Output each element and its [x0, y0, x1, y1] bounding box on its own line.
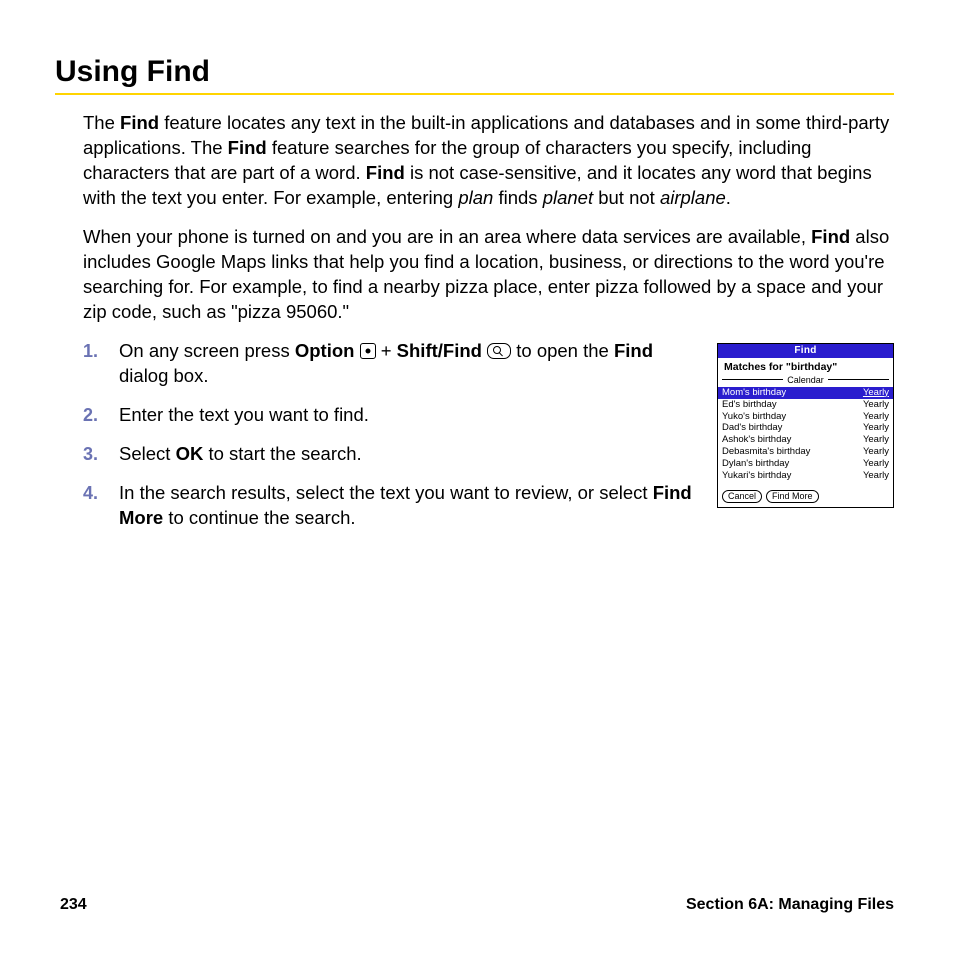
cancel-button[interactable]: Cancel [722, 490, 762, 504]
divider-line [828, 379, 889, 380]
result-frequency: Yearly [863, 470, 889, 482]
result-row[interactable]: Ashok's birthday Yearly [718, 434, 893, 446]
step-4: In the search results, select the text y… [83, 481, 693, 531]
step-1: On any screen press Option + Shift/Find … [83, 339, 693, 389]
find-more-button[interactable]: Find More [766, 490, 819, 504]
result-name: Ed's birthday [722, 399, 777, 411]
result-row[interactable]: Debasmita's birthday Yearly [718, 446, 893, 458]
result-name: Yuko's birthday [722, 411, 786, 423]
text: dialog box. [119, 365, 208, 386]
section-label: Section 6A: Managing Files [686, 896, 894, 914]
result-row[interactable]: Ed's birthday Yearly [718, 399, 893, 411]
result-row[interactable]: Dad's birthday Yearly [718, 422, 893, 434]
term-find: Find [811, 226, 850, 247]
page-heading: Using Find [55, 55, 894, 89]
example-plan: plan [458, 187, 493, 208]
page-number: 234 [60, 896, 87, 914]
example-airplane: airplane [660, 187, 726, 208]
shift-find-key-icon [487, 343, 511, 359]
text: but not [593, 187, 660, 208]
result-frequency: Yearly [863, 387, 889, 399]
result-name: Yukari's birthday [722, 470, 791, 482]
find-dialog-screenshot: Find Matches for "birthday" Calendar Mom… [717, 343, 894, 509]
result-name: Mom's birthday [722, 387, 786, 399]
result-frequency: Yearly [863, 458, 889, 470]
term-find: Find [228, 137, 267, 158]
text: On any screen press [119, 340, 295, 361]
result-row[interactable]: Dylan's birthday Yearly [718, 458, 893, 470]
term-find: Find [120, 112, 159, 133]
result-frequency: Yearly [863, 411, 889, 423]
result-row[interactable]: Mom's birthday Yearly [718, 387, 893, 399]
step-2: Enter the text you want to find. [83, 403, 693, 428]
text: Select [119, 443, 176, 464]
text: finds [493, 187, 542, 208]
text: When your phone is turned on and you are… [83, 226, 811, 247]
result-frequency: Yearly [863, 446, 889, 458]
text: to open the [516, 340, 614, 361]
step-3: Select OK to start the search. [83, 442, 693, 467]
term-find: Find [366, 162, 405, 183]
example-planet: planet [543, 187, 593, 208]
heading-rule [55, 93, 894, 95]
text: In the search results, select the text y… [119, 482, 653, 503]
result-name: Ashok's birthday [722, 434, 791, 446]
intro-paragraph-1: The Find feature locates any text in the… [83, 111, 894, 211]
option-key-icon [360, 343, 376, 359]
text: Enter the text you want to find. [119, 404, 369, 425]
key-option: Option [295, 340, 355, 361]
result-row[interactable]: Yukari's birthday Yearly [718, 470, 893, 482]
dialog-group-header: Calendar [718, 373, 893, 387]
text: to continue the search. [163, 507, 355, 528]
dialog-title: Find [718, 344, 893, 358]
intro-paragraph-2: When your phone is turned on and you are… [83, 225, 894, 325]
steps-list: On any screen press Option + Shift/Find … [83, 339, 693, 545]
result-name: Dad's birthday [722, 422, 782, 434]
text: The [83, 112, 120, 133]
result-name: Dylan's birthday [722, 458, 789, 470]
key-shift-find: Shift/Find [397, 340, 482, 361]
result-frequency: Yearly [863, 434, 889, 446]
dialog-subtitle: Matches for "birthday" [718, 358, 893, 373]
group-label: Calendar [787, 375, 824, 385]
divider-line [722, 379, 783, 380]
result-row[interactable]: Yuko's birthday Yearly [718, 411, 893, 423]
text: to start the search. [203, 443, 361, 464]
term-ok: OK [176, 443, 204, 464]
result-name: Debasmita's birthday [722, 446, 810, 458]
term-find: Find [614, 340, 653, 361]
result-frequency: Yearly [863, 399, 889, 411]
text: . [726, 187, 731, 208]
result-frequency: Yearly [863, 422, 889, 434]
results-list: Mom's birthdayYearlyEd's birthdayYearlyY… [718, 387, 893, 486]
text: + [381, 340, 397, 361]
